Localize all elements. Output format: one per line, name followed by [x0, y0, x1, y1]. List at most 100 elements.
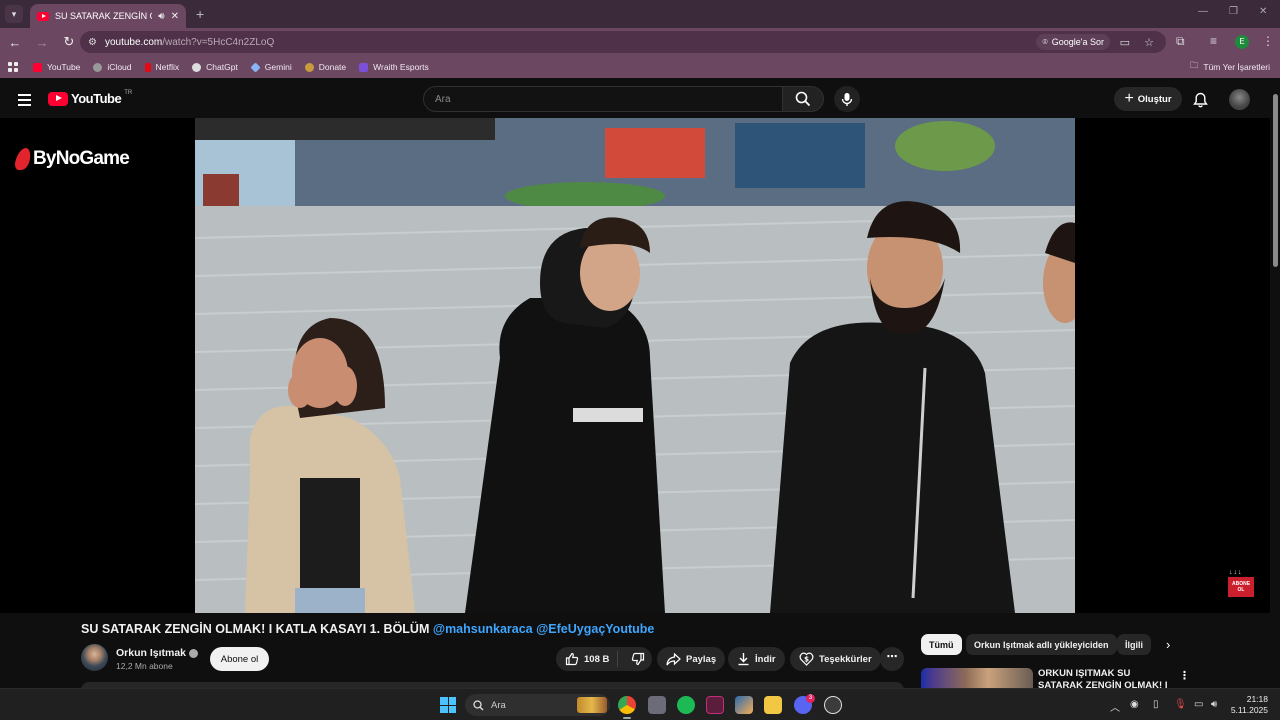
search-input[interactable] — [424, 87, 782, 111]
bookmark-youtube[interactable]: YouTube — [33, 62, 80, 72]
window-close-icon[interactable]: ✕ — [1259, 6, 1267, 17]
channel-name-text[interactable]: Orkun Işıtmak — [116, 647, 186, 659]
chrome-taskbar-icon[interactable] — [618, 696, 636, 714]
url-host: youtube.com — [104, 36, 163, 48]
voice-search-button[interactable] — [834, 86, 860, 112]
reload-icon[interactable]: ↻ — [57, 34, 81, 50]
all-bookmarks-label: Tüm Yer İşaretleri — [1203, 62, 1270, 72]
create-button[interactable]: + Oluştur — [1114, 87, 1182, 111]
tab-search-icon[interactable]: ▾ — [5, 5, 23, 23]
minimize-icon[interactable]: — — [1198, 6, 1208, 17]
cast-icon[interactable]: ▭ — [1120, 36, 1130, 49]
network-tray-icon[interactable]: ▭ — [1194, 699, 1203, 710]
speaker-icon[interactable]: 🔊︎ — [158, 11, 164, 22]
like-count: 108 B — [584, 653, 610, 665]
subscribe-button[interactable]: Abone ol — [210, 647, 269, 671]
youtube-header: YouTube TR + Oluştur — [0, 80, 1280, 118]
chevron-right-icon[interactable]: › — [1166, 637, 1170, 652]
reading-list-icon[interactable]: ≡ — [1210, 34, 1217, 48]
wraith-icon — [359, 62, 369, 72]
recommended-thumbnail[interactable] — [921, 668, 1033, 688]
search-box — [423, 86, 783, 112]
like-button[interactable]: 108 B — [556, 651, 618, 667]
chip-related[interactable]: İlgili — [1117, 634, 1151, 655]
thumbs-up-icon — [565, 652, 579, 666]
taskbar-search-label: Ara — [491, 699, 506, 711]
tab-close-icon[interactable]: ✕ — [171, 11, 179, 22]
app-taskbar-icon[interactable] — [648, 696, 666, 714]
google-sor-label: Google'a Sor — [1051, 37, 1104, 47]
subscribe-watermark[interactable]: ABONE OL — [1228, 577, 1254, 597]
browser-tab-strip: ▾ SU SATARAK ZENGİN OLMAK! I KATLA KASAY… — [0, 0, 1280, 28]
windows-taskbar: Ara 3 ︿ ◉ ▯ 🎙︎ ▭ 🔊︎ 21:18 5.11.2025 — [0, 688, 1280, 720]
mention-link[interactable]: @mahsunkaraca — [433, 622, 533, 636]
video-frame[interactable] — [195, 118, 1075, 613]
url-field[interactable]: ⚙︎ youtube.com/watch?v=5HcC4n2ZLoQ ⌾ Goo… — [80, 31, 1166, 53]
netflix-icon — [144, 62, 151, 72]
bookmark-icloud[interactable]: iCloud — [93, 62, 132, 72]
bookmark-chatgpt[interactable]: ChatGpt — [192, 62, 238, 72]
thanks-button[interactable]: $ Teşekkürler — [790, 647, 881, 671]
taskbar-search[interactable]: Ara — [465, 694, 610, 716]
back-icon[interactable]: ← — [3, 35, 27, 50]
app-taskbar-icon[interactable] — [735, 696, 753, 714]
all-bookmarks-button[interactable]: 🗀 Tüm Yer İşaretleri — [1190, 60, 1270, 74]
recommended-title[interactable]: ORKUN IŞITMAK SU SATARAK ZENGİN OLMAK! I… — [1038, 668, 1173, 688]
bookmark-label: Wraith Esports — [373, 62, 429, 72]
apps-grid-icon[interactable] — [8, 62, 18, 72]
app-taskbar-icon[interactable] — [824, 696, 842, 714]
bookmark-label: YouTube — [47, 62, 81, 72]
clock[interactable]: 21:18 5.11.2025 — [1230, 694, 1268, 716]
profile-avatar[interactable]: E — [1235, 35, 1249, 49]
volume-tray-icon[interactable]: 🔊︎ — [1211, 699, 1217, 710]
maximize-icon[interactable]: ❐ — [1229, 6, 1238, 17]
spotify-taskbar-icon[interactable] — [677, 696, 695, 714]
bookmark-star-icon[interactable]: ☆ — [1144, 36, 1154, 49]
search-highlight-image — [577, 697, 607, 713]
new-tab-icon[interactable]: + — [196, 6, 204, 22]
page-scrollbar[interactable] — [1270, 80, 1280, 688]
youtube-logo[interactable]: YouTube TR — [48, 90, 132, 106]
microphone-tray-icon[interactable]: 🎙︎ — [1174, 699, 1187, 710]
google-lens-button[interactable]: ⌾ Google'a Sor — [1036, 34, 1110, 50]
browser-tab-active[interactable]: SU SATARAK ZENGİN OLMAK! I KATLA KASAYI … — [30, 4, 186, 28]
site-info-icon[interactable]: ⚙︎ — [88, 37, 97, 48]
windows-start-icon[interactable] — [440, 697, 456, 713]
share-icon — [666, 652, 681, 665]
share-button[interactable]: Paylaş — [657, 647, 726, 671]
account-avatar[interactable] — [1229, 89, 1250, 110]
video-player[interactable]: ByNoGame ↓↓↓ ABONE OL — [0, 118, 1270, 613]
channel-avatar[interactable] — [81, 644, 108, 671]
bookmark-gemini[interactable]: Gemini — [250, 61, 292, 73]
more-actions-button[interactable]: ⋯ — [880, 647, 904, 671]
dislike-button[interactable] — [623, 652, 652, 666]
plus-icon: + — [1124, 90, 1134, 107]
notifications-bell-icon[interactable] — [1193, 92, 1208, 108]
editor-taskbar-icon[interactable] — [706, 696, 724, 714]
channel-name[interactable]: Orkun Işıtmak — [116, 647, 199, 659]
clock-time: 21:18 — [1246, 694, 1268, 704]
chip-from-uploader[interactable]: Orkun Işıtmak adlı yükleyiciden — [966, 634, 1117, 655]
chip-all[interactable]: Tümü — [921, 634, 962, 655]
menu-icon[interactable] — [18, 94, 31, 109]
usb-tray-icon[interactable]: ▯ — [1153, 699, 1159, 710]
bookmark-netflix[interactable]: Netflix — [144, 62, 179, 72]
search-button[interactable] — [782, 86, 824, 112]
discord-tray-icon[interactable]: ◉ — [1130, 699, 1139, 710]
bookmark-donate[interactable]: Donate — [304, 62, 346, 72]
mention-link[interactable]: @EfeUygaçYoutube — [536, 622, 654, 636]
forward-icon[interactable]: → — [30, 35, 54, 50]
extensions-icon[interactable]: ⧉ — [1176, 34, 1185, 49]
bookmark-wraith[interactable]: Wraith Esports — [359, 62, 429, 72]
tray-overflow-icon[interactable]: ︿ — [1110, 699, 1120, 714]
search-icon — [473, 699, 484, 710]
file-explorer-taskbar-icon[interactable] — [764, 696, 782, 714]
recommended-menu-icon[interactable]: ⋮ — [1179, 669, 1190, 682]
bookmarks-bar: YouTube iCloud Netflix ChatGpt Gemini Do… — [0, 56, 1280, 78]
browser-menu-icon[interactable]: ⋮ — [1262, 34, 1274, 48]
youtube-icon — [33, 62, 42, 72]
logo-wordmark: YouTube — [71, 91, 122, 106]
verified-badge-icon — [189, 648, 199, 658]
scrollbar-thumb[interactable] — [1273, 94, 1278, 267]
download-button[interactable]: İndir — [728, 647, 785, 671]
